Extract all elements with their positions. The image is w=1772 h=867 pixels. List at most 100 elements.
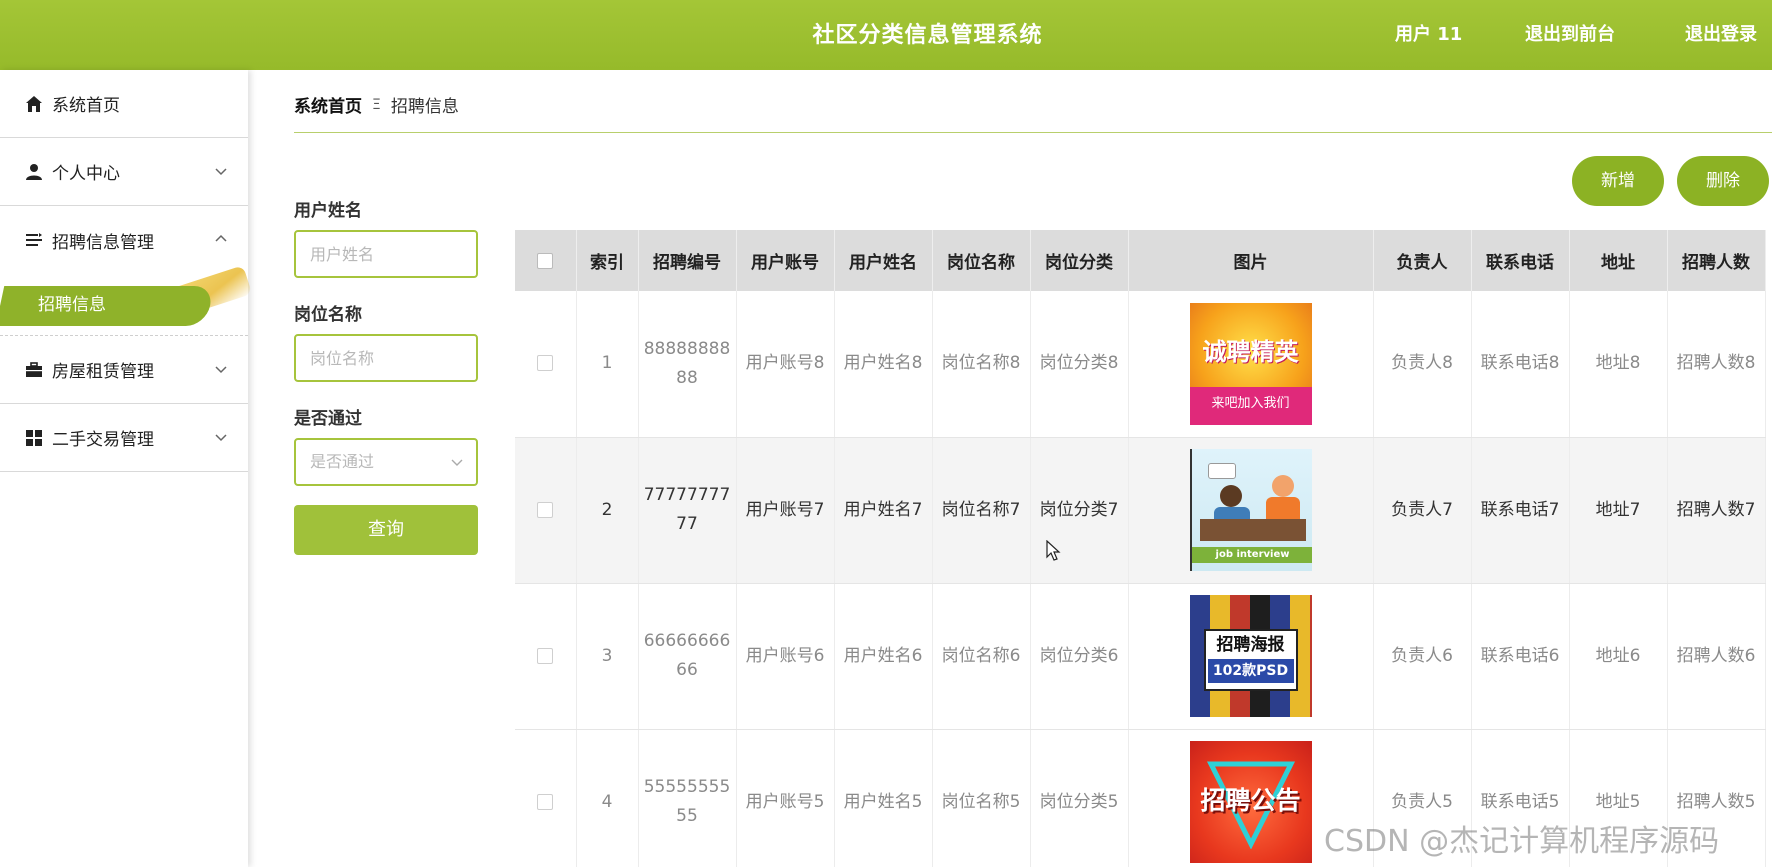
- image-headline: 招聘海报: [1216, 635, 1285, 655]
- logout-link[interactable]: 退出登录: [1685, 0, 1757, 70]
- row-checkbox[interactable]: [537, 647, 554, 664]
- active-highlight: [0, 286, 215, 326]
- cell-manager: 负责人6: [1373, 583, 1472, 730]
- table-row[interactable]: 2 7777777777 用户账号7 用户姓名7 岗位名称7 岗位分类7 job…: [515, 437, 1766, 584]
- cell-address: 地址7: [1569, 437, 1668, 584]
- sidebar-item-home[interactable]: 系统首页: [0, 70, 248, 138]
- image-subline: 来吧加入我们: [1211, 395, 1290, 411]
- table-row[interactable]: 1 8888888888 用户账号8 用户姓名8 岗位名称8 岗位分类8 诚聘精…: [515, 291, 1766, 438]
- user-icon: [24, 162, 44, 182]
- column-header: 索引: [576, 230, 639, 291]
- cell-index: 4: [576, 729, 639, 867]
- cell-phone: 联系电话7: [1471, 437, 1570, 584]
- column-header: 用户姓名: [834, 230, 933, 291]
- filter-job-input[interactable]: [294, 334, 478, 382]
- cell-code: 8888888888: [638, 291, 737, 438]
- cell-count: 招聘人数8: [1667, 291, 1766, 438]
- cell-job: 岗位名称7: [932, 437, 1031, 584]
- table-header-row: 索引 招聘编号 用户账号 用户姓名 岗位名称 岗位分类 图片 负责人 联系电话 …: [515, 230, 1766, 291]
- column-header: 地址: [1569, 230, 1668, 291]
- sidebar-item-label: 个人中心: [52, 164, 120, 184]
- cell-category: 岗位分类7: [1030, 437, 1129, 584]
- current-user[interactable]: 用户 11: [1395, 0, 1462, 70]
- cell-address: 地址6: [1569, 583, 1668, 730]
- sidebar-item-rental[interactable]: 房屋租赁管理: [0, 336, 248, 404]
- row-checkbox[interactable]: [537, 501, 554, 518]
- filter-pass-select[interactable]: 是否通过: [294, 438, 478, 486]
- sidebar-item-recruitment[interactable]: 招聘信息管理: [0, 206, 248, 274]
- column-header: 图片: [1128, 230, 1374, 291]
- cell-index: 2: [576, 437, 639, 584]
- sidebar-submenu-recruitment: 招聘信息: [0, 265, 253, 336]
- cell-account: 用户账号8: [736, 291, 835, 438]
- home-icon: [24, 94, 44, 114]
- image-headline: 诚聘精英: [1202, 337, 1299, 366]
- sidebar-item-label: 系统首页: [52, 96, 120, 116]
- breadcrumb-separator-icon: Ξ: [372, 96, 381, 113]
- cell-code: 7777777777: [638, 437, 737, 584]
- filter-job-label: 岗位名称: [294, 305, 362, 325]
- cell-account: 用户账号6: [736, 583, 835, 730]
- app-title: 社区分类信息管理系统: [812, 23, 1043, 48]
- breadcrumb: 系统首页 Ξ 招聘信息: [294, 92, 459, 118]
- image-subline: 102款PSD: [1207, 659, 1294, 683]
- recruitment-image[interactable]: 招聘公告: [1189, 741, 1312, 863]
- mouse-cursor-icon: [1046, 540, 1061, 561]
- cell-account: 用户账号5: [736, 729, 835, 867]
- cell-category: 岗位分类5: [1030, 729, 1129, 867]
- column-header: 用户账号: [736, 230, 835, 291]
- cell-name: 用户姓名8: [834, 291, 933, 438]
- recruitment-image[interactable]: 诚聘精英 来吧加入我们: [1189, 302, 1312, 425]
- back-to-front-link[interactable]: 退出到前台: [1525, 0, 1615, 70]
- cell-job: 岗位名称6: [932, 583, 1031, 730]
- chevron-down-icon: [215, 168, 227, 176]
- briefcase-icon: [24, 360, 44, 380]
- add-button[interactable]: 新增: [1572, 156, 1664, 206]
- column-header: 岗位分类: [1030, 230, 1129, 291]
- grid-icon: [24, 428, 44, 448]
- cell-name: 用户姓名6: [834, 583, 933, 730]
- image-caption: job interview: [1191, 547, 1312, 563]
- cell-image: 诚聘精英 来吧加入我们: [1128, 291, 1374, 438]
- cell-category: 岗位分类6: [1030, 583, 1129, 730]
- cell-name: 用户姓名7: [834, 437, 933, 584]
- sidebar-item-label: 二手交易管理: [52, 430, 154, 450]
- cell-image: job interview: [1128, 437, 1374, 584]
- delete-button[interactable]: 删除: [1677, 156, 1769, 206]
- recruitment-image[interactable]: 招聘海报 102款PSD: [1189, 595, 1312, 717]
- cell-account: 用户账号7: [736, 437, 835, 584]
- data-table-wrapper: 索引 招聘编号 用户账号 用户姓名 岗位名称 岗位分类 图片 负责人 联系电话 …: [515, 230, 1772, 867]
- filter-name-input[interactable]: [294, 230, 478, 278]
- query-button[interactable]: 查询: [294, 505, 478, 555]
- column-header: 联系电话: [1471, 230, 1570, 291]
- chevron-down-icon: [215, 434, 227, 442]
- data-table: 索引 招聘编号 用户账号 用户姓名 岗位名称 岗位分类 图片 负责人 联系电话 …: [515, 230, 1766, 867]
- cell-address: 地址8: [1569, 291, 1668, 438]
- sidebar-subitem-recruitment-info[interactable]: 招聘信息: [38, 274, 106, 336]
- select-all-checkbox[interactable]: [537, 252, 554, 269]
- column-header: 岗位名称: [932, 230, 1031, 291]
- chevron-down-icon: [215, 366, 227, 374]
- cell-index: 3: [576, 583, 639, 730]
- breadcrumb-home[interactable]: 系统首页: [294, 92, 362, 117]
- row-checkbox[interactable]: [537, 355, 554, 372]
- cell-index: 1: [576, 291, 639, 438]
- cell-code: 6666666666: [638, 583, 737, 730]
- image-headline: 招聘公告: [1200, 786, 1301, 815]
- column-header: 招聘人数: [1667, 230, 1766, 291]
- sidebar-item-secondhand[interactable]: 二手交易管理: [0, 404, 248, 472]
- cell-job: 岗位名称8: [932, 291, 1031, 438]
- cell-name: 用户姓名5: [834, 729, 933, 867]
- filter-pass-label: 是否通过: [294, 409, 362, 429]
- header-select-all[interactable]: [515, 230, 577, 291]
- chevron-up-icon: [215, 234, 227, 242]
- row-checkbox[interactable]: [537, 793, 554, 810]
- cell-phone: 联系电话8: [1471, 291, 1570, 438]
- sidebar-item-personal[interactable]: 个人中心: [0, 138, 248, 206]
- filter-pass-placeholder: 是否通过: [310, 452, 375, 471]
- cell-manager: 负责人7: [1373, 437, 1472, 584]
- cell-image: 招聘海报 102款PSD: [1128, 583, 1374, 730]
- recruitment-image[interactable]: job interview: [1189, 449, 1312, 571]
- table-row[interactable]: 3 6666666666 用户账号6 用户姓名6 岗位名称6 岗位分类6 招聘海…: [515, 583, 1766, 730]
- filter-name-label: 用户姓名: [294, 201, 362, 221]
